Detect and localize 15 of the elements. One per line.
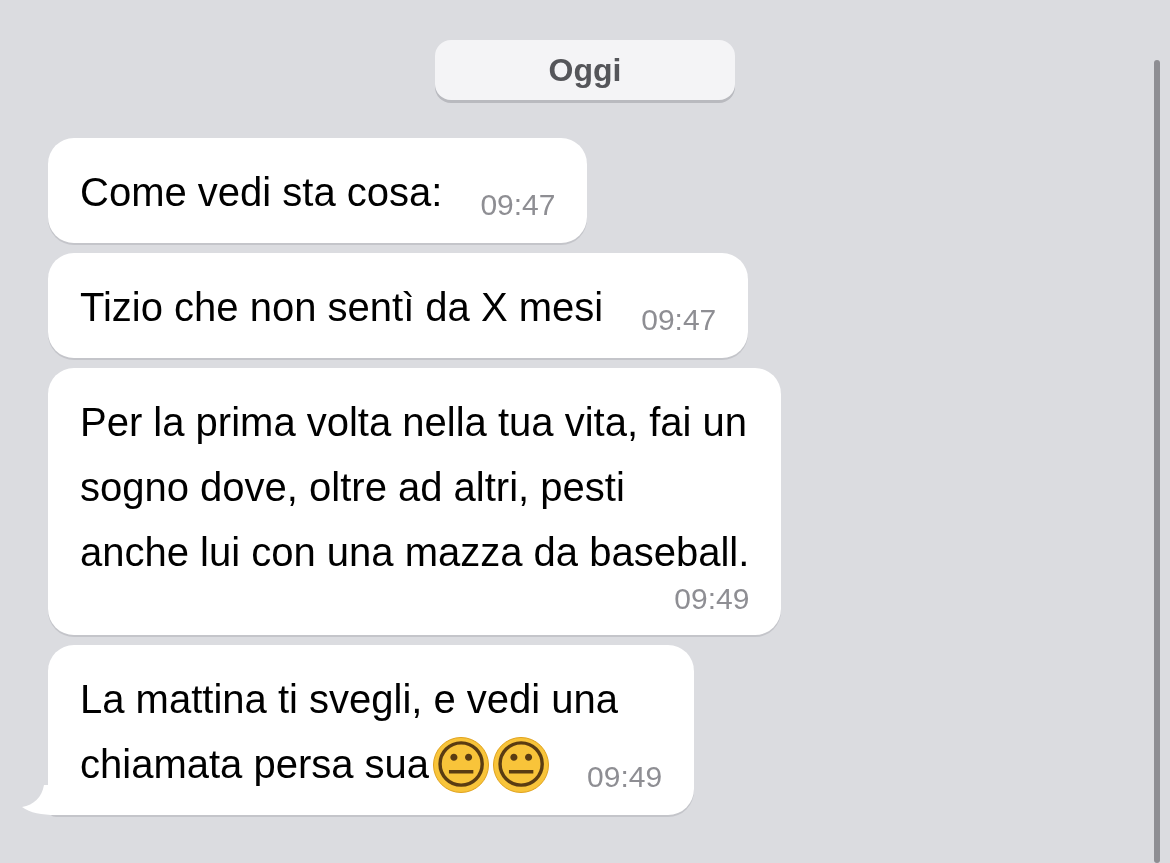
- message-time: 09:47: [641, 302, 717, 338]
- date-label: Oggi: [435, 40, 735, 100]
- message-time: 09:49: [587, 759, 663, 795]
- message-text: sogno dove, oltre ad altri, pesti: [80, 464, 625, 511]
- message-text: La mattina ti svegli, e vedi una: [80, 676, 619, 723]
- message-text: Come vedi sta cosa:: [80, 169, 443, 216]
- message-text: Tizio che non sentì da X mesi: [80, 284, 604, 331]
- message-time: 09:47: [480, 187, 556, 223]
- message-text: Per la prima volta nella tua vita, fai un: [80, 399, 747, 446]
- message-time: 09:49: [674, 581, 750, 617]
- message-text: chiamata persa sua: [80, 741, 430, 788]
- emoji: 😐: [433, 736, 490, 793]
- message-text: anche lui con una mazza da baseball.: [80, 529, 750, 576]
- scrollbar[interactable]: [1154, 60, 1160, 863]
- emoji: 😐: [493, 736, 550, 793]
